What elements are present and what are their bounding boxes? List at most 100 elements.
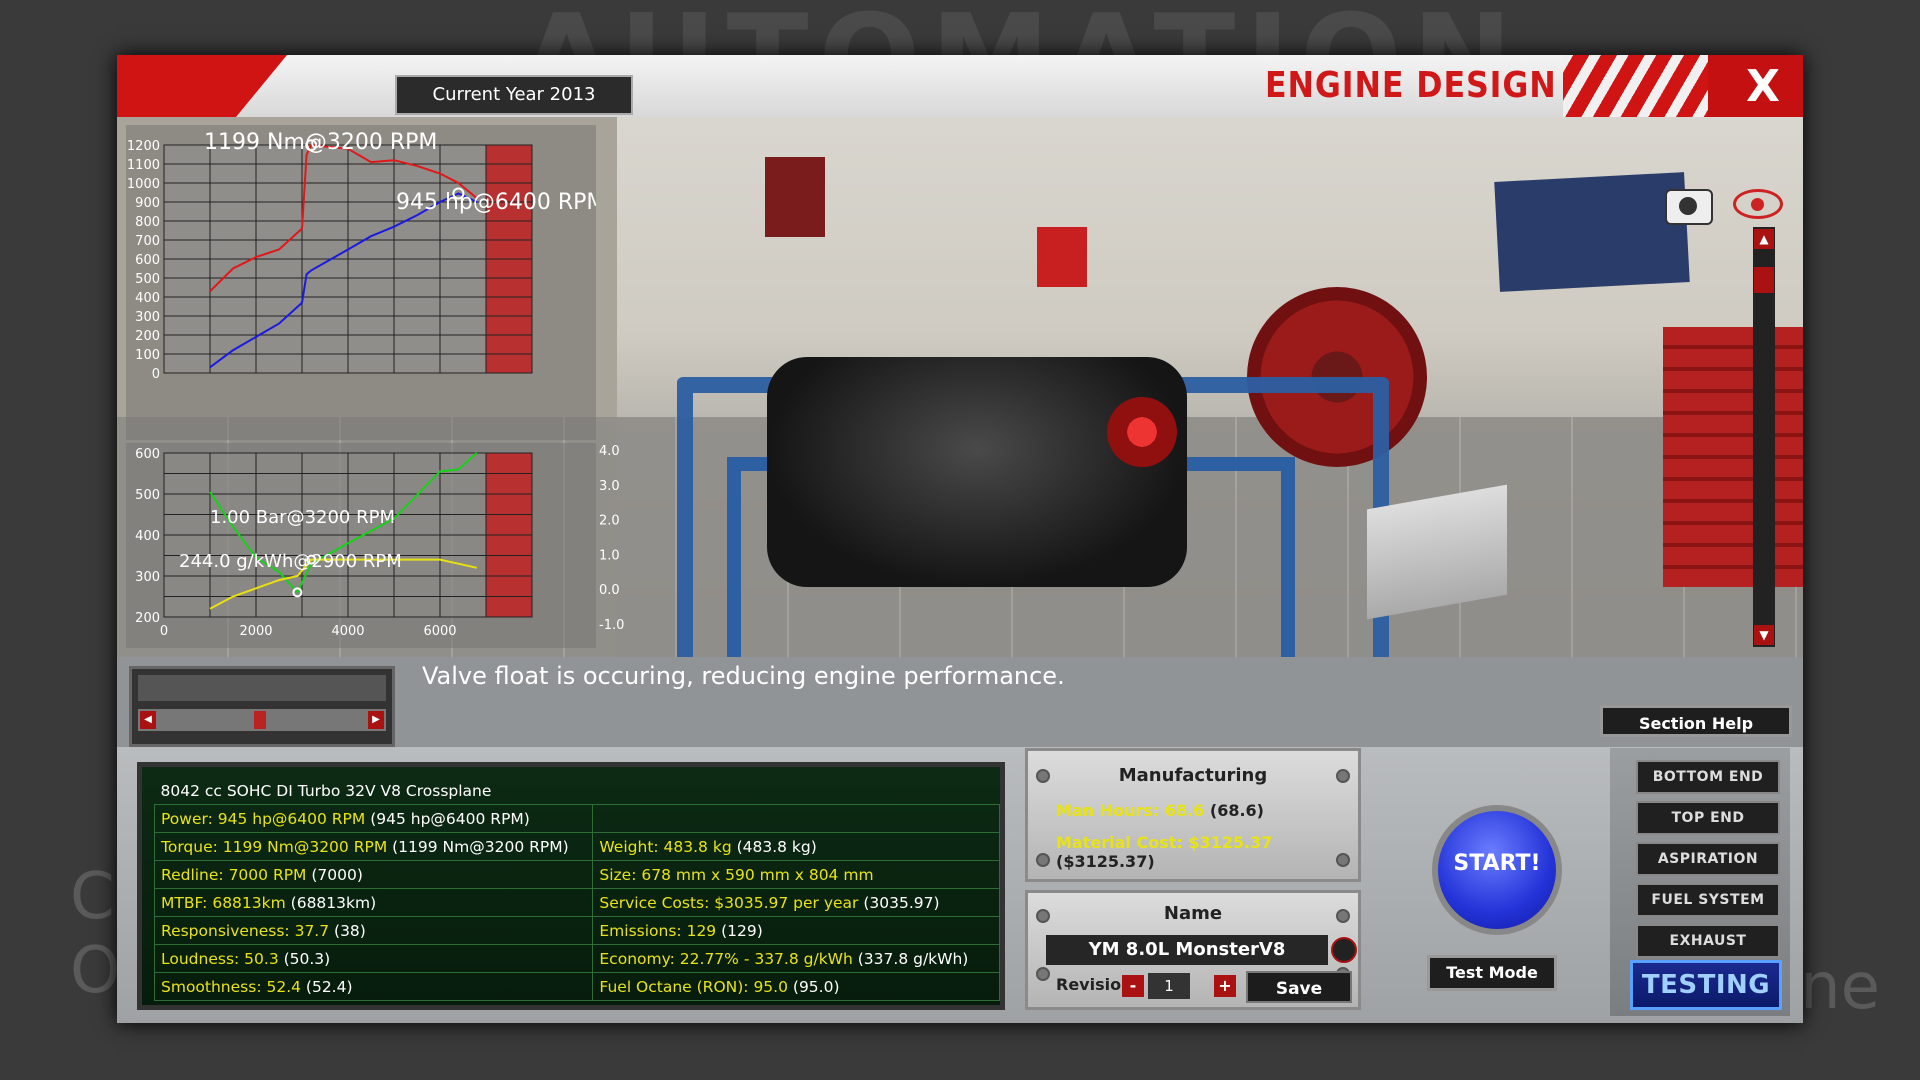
y-tick-label: 500 bbox=[135, 488, 160, 503]
boost-bsfc-chart: 600 500 400 300 200 0 2000 4000 6000 1.00 Bar@320… bbox=[126, 443, 596, 648]
boost-axis-svg: 4.0 3.0 2.0 1.0 0.0 -1.0 bbox=[599, 444, 624, 633]
y-tick-label: 300 bbox=[135, 570, 160, 585]
boost-bsfc-svg: 600 500 400 300 2000 2000 4000 6000 1.00 Bar@320… bbox=[135, 447, 533, 639]
scroll-down-icon[interactable]: ▼ bbox=[1754, 625, 1774, 645]
scrollbar-thumb[interactable] bbox=[1754, 267, 1774, 293]
bolt-icon bbox=[1036, 967, 1050, 981]
save-button[interactable]: Save bbox=[1246, 971, 1352, 1003]
tab-bottom-end[interactable]: BOTTOM END bbox=[1636, 760, 1780, 794]
stats-cell-left: Torque: 1199 Nm@3200 RPM (1199 Nm@3200 R… bbox=[153, 832, 594, 861]
engine-design-window: Current Year 2013 ENGINE DESIGN X ▲ ▼ ⟨✕… bbox=[117, 55, 1803, 1023]
y-tick-label: 400 bbox=[135, 529, 160, 544]
stats-cell-right: Economy: 22.77% - 337.8 g/kWh (337.8 g/k… bbox=[592, 944, 1000, 973]
stat-label: Service Costs: $3035.97 per year bbox=[599, 893, 859, 912]
tab-testing[interactable]: TESTING bbox=[1630, 960, 1782, 1010]
engine-name-field[interactable]: YM 8.0L MonsterV8 bbox=[1046, 935, 1328, 965]
y-tick-label: 200 bbox=[135, 611, 160, 626]
stats-row: Responsiveness: 37.7 (38) Emissions: 129 … bbox=[153, 916, 1000, 945]
material-cost-value: ($3125.37) bbox=[1056, 852, 1155, 871]
y-tick-label: 1000 bbox=[127, 177, 160, 192]
engine-stats-table: 8042 cc SOHC DI Turbo 32V V8 Crossplane … bbox=[153, 777, 1000, 1001]
y-tick-label: 600 bbox=[135, 253, 160, 268]
stat-value: (945 hp@6400 RPM) bbox=[365, 809, 530, 828]
y2-tick-label: 3.0 bbox=[599, 479, 620, 494]
x-tick-label: 6000 bbox=[423, 624, 456, 639]
stats-cell-left: Power: 945 hp@6400 RPM (945 hp@6400 RPM) bbox=[153, 804, 594, 833]
stat-label: MTBF: 68813km bbox=[161, 893, 286, 912]
y-tick-label: 1100 bbox=[127, 158, 160, 173]
slider-left-icon[interactable]: ◀ bbox=[140, 711, 156, 729]
stat-label: Redline: 7000 RPM bbox=[161, 865, 307, 884]
scene-scrollbar[interactable]: ▲ ▼ bbox=[1753, 227, 1775, 647]
slider-right-icon[interactable]: ▶ bbox=[368, 711, 384, 729]
stat-value: (95.0) bbox=[787, 977, 840, 996]
manufacturing-title: Manufacturing bbox=[1118, 765, 1268, 786]
stats-cell-right: Service Costs: $3035.97 per year (3035.9… bbox=[592, 888, 1000, 917]
fire-extinguisher-sign bbox=[1037, 227, 1087, 287]
stat-value: (52.4) bbox=[300, 977, 353, 996]
eye-icon[interactable] bbox=[1733, 189, 1783, 219]
stats-row: MTBF: 68813km (68813km) Service Costs: $3… bbox=[153, 888, 1000, 917]
tab-fuel-system[interactable]: FUEL SYSTEM bbox=[1636, 883, 1780, 917]
x-tick-label: 2000 bbox=[239, 624, 272, 639]
stat-value: (129) bbox=[716, 921, 763, 940]
engine-spec-header: 8042 cc SOHC DI Turbo 32V V8 Crossplane bbox=[160, 781, 492, 800]
power-peak-annotation: 945 hp@6400 RPM bbox=[396, 190, 596, 215]
start-button[interactable]: START! bbox=[1432, 805, 1562, 935]
current-year-label: Current Year 2013 bbox=[395, 75, 633, 115]
stat-label: Smoothness: 52.4 bbox=[161, 977, 301, 996]
y-tick-label: 600 bbox=[135, 447, 160, 462]
tab-aspiration[interactable]: ASPIRATION bbox=[1636, 842, 1780, 876]
camera-icon[interactable] bbox=[1665, 189, 1713, 225]
mini-slider[interactable]: ◀ ▶ bbox=[138, 709, 386, 731]
torque-peak-annotation: 1199 Nm@3200 RPM bbox=[204, 130, 437, 155]
y-tick-label: 100 bbox=[135, 348, 160, 363]
close-button[interactable]: X bbox=[1741, 63, 1785, 111]
engine-stats-panel: 8042 cc SOHC DI Turbo 32V V8 Crossplane … bbox=[137, 762, 1005, 1010]
tab-top-end[interactable]: TOP END bbox=[1636, 801, 1780, 835]
stats-cell-left: Loudness: 50.3 (50.3) bbox=[153, 944, 594, 973]
background-fragment-left: CO bbox=[70, 860, 121, 1008]
y2-tick-label: 4.0 bbox=[599, 444, 620, 459]
manufacturing-panel: Manufacturing Man Hours: 68.6 (68.6) Mat… bbox=[1025, 748, 1361, 882]
revision-decrement-button[interactable]: - bbox=[1122, 975, 1144, 997]
wall-poster bbox=[765, 157, 825, 237]
boost-annotation: 1.00 Bar@3200 RPM bbox=[210, 507, 395, 528]
y-tick-label: 800 bbox=[135, 215, 160, 230]
tab-exhaust[interactable]: EXHAUST bbox=[1636, 924, 1780, 958]
stat-label: Loudness: 50.3 bbox=[161, 949, 279, 968]
stat-label: Torque: 1199 Nm@3200 RPM bbox=[161, 837, 388, 856]
slider-thumb[interactable] bbox=[254, 711, 266, 729]
stat-value: (483.8 kg) bbox=[731, 837, 817, 856]
torque-power-svg: 1200110010009008007006005004003002001000… bbox=[127, 130, 606, 382]
stats-cell-right: Emissions: 129 (129) bbox=[592, 916, 1000, 945]
stat-value: (38) bbox=[329, 921, 366, 940]
revision-increment-button[interactable]: + bbox=[1214, 975, 1236, 997]
bolt-icon bbox=[1036, 853, 1050, 867]
test-mode-button[interactable]: Test Mode bbox=[1427, 955, 1557, 991]
dyno-coupling bbox=[1107, 397, 1177, 467]
section-tabs-panel: BOTTOM END TOP END ASPIRATION FUEL SYSTE… bbox=[1610, 748, 1790, 1016]
stats-cell-left: Responsiveness: 37.7 (38) bbox=[153, 916, 594, 945]
stats-row: Loudness: 50.3 (50.3) Economy: 22.77% - 3… bbox=[153, 944, 1000, 973]
stat-label: Economy: 22.77% - 337.8 g/kWh bbox=[599, 949, 853, 968]
stat-label: Fuel Octane (RON): 95.0 bbox=[599, 977, 788, 996]
material-cost-label: Material Cost: $3125.37 bbox=[1056, 833, 1273, 852]
stat-value: (68813km) bbox=[285, 893, 377, 912]
stat-value: (7000) bbox=[306, 865, 363, 884]
page-title: ENGINE DESIGN bbox=[1265, 65, 1557, 106]
stat-label: Emissions: 129 bbox=[599, 921, 717, 940]
name-reset-icon[interactable] bbox=[1331, 937, 1357, 963]
stats-cell-right: Weight: 483.8 kg (483.8 kg) bbox=[592, 832, 1000, 861]
stats-row: Torque: 1199 Nm@3200 RPM (1199 Nm@3200 R… bbox=[153, 832, 1000, 861]
scroll-up-icon[interactable]: ▲ bbox=[1754, 229, 1774, 249]
stats-cell-right: Size: 678 mm x 590 mm x 804 mm bbox=[592, 860, 1000, 889]
stats-cell-right bbox=[592, 804, 1000, 833]
name-title: Name bbox=[1163, 903, 1223, 924]
section-help-button[interactable]: Section Help bbox=[1600, 705, 1792, 737]
stat-label: Power: 945 hp@6400 RPM bbox=[161, 809, 366, 828]
revision-label: Revision bbox=[1056, 975, 1133, 994]
man-hours-value: (68.6) bbox=[1204, 801, 1264, 820]
y-tick-label: 300 bbox=[135, 310, 160, 325]
header-bar: Current Year 2013 ENGINE DESIGN X bbox=[117, 55, 1803, 117]
